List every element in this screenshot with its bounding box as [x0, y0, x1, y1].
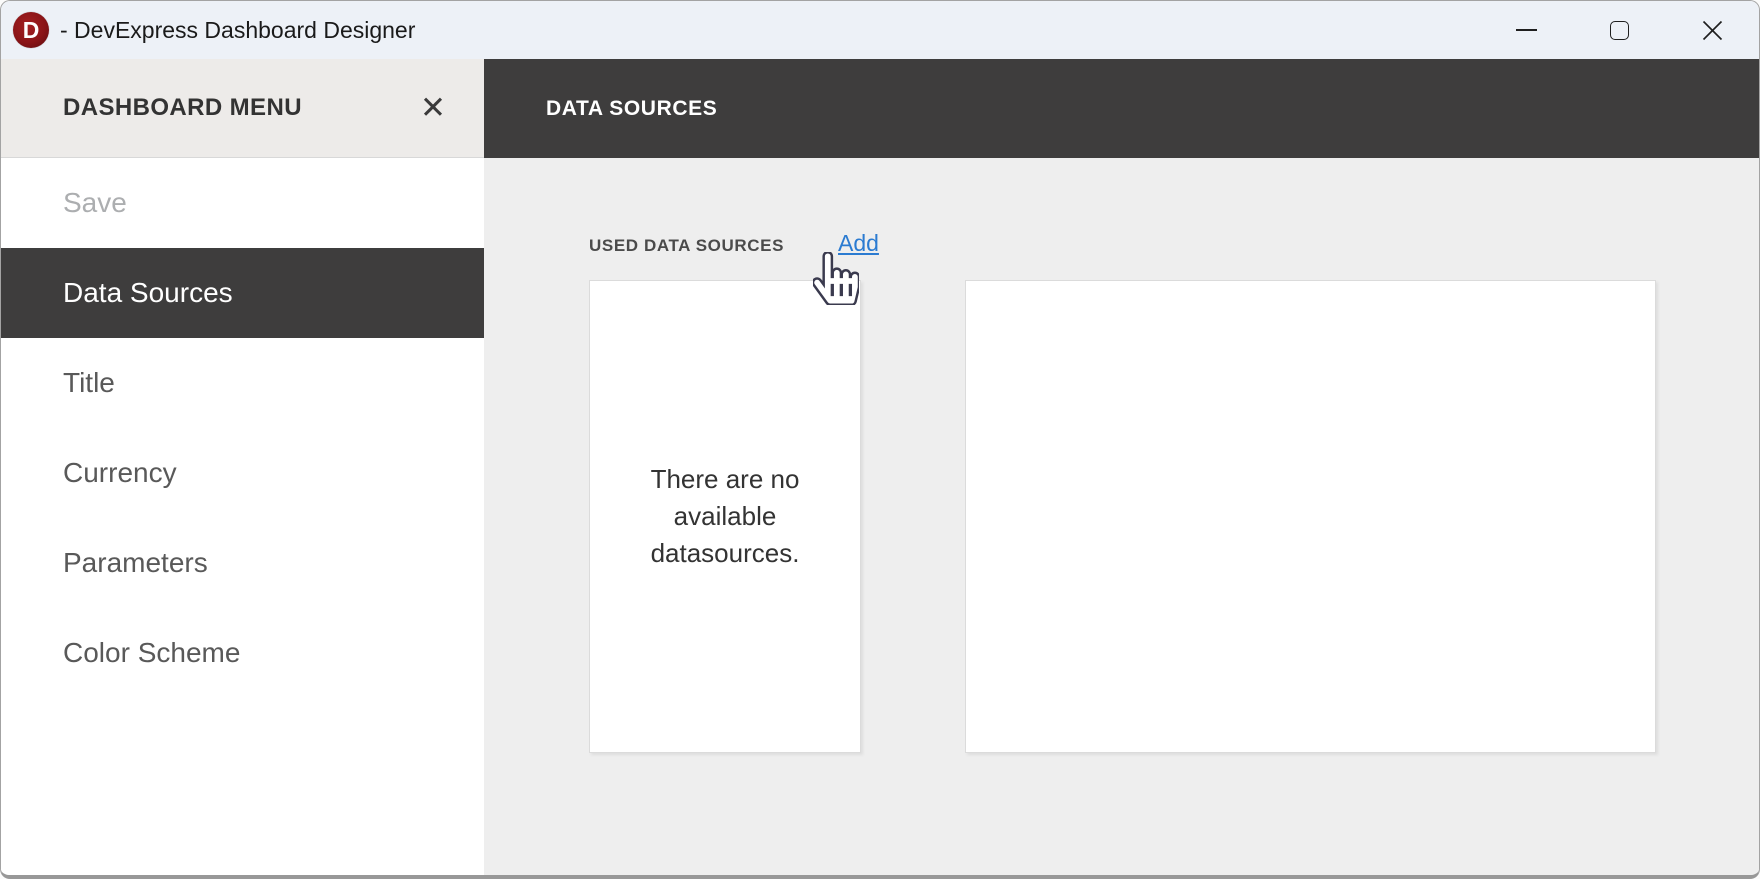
add-datasource-link[interactable]: Add [838, 230, 879, 257]
menu-close-icon[interactable]: ✕ [420, 92, 446, 124]
page-title: DATA SOURCES [546, 96, 718, 120]
sidebar-item-data-sources[interactable]: Data Sources [1, 248, 484, 338]
sidebar-item-parameters[interactable]: Parameters [1, 518, 484, 608]
screenshot-stage: D - DevExpress Dashboard Designer DASHBO… [0, 0, 1760, 879]
sidebar-title: DASHBOARD MENU [63, 94, 302, 121]
used-datasources-panel [965, 280, 1656, 753]
app-window: D - DevExpress Dashboard Designer DASHBO… [0, 0, 1760, 879]
main-area: DATA SOURCES USED DATA SOURCES Add There… [484, 59, 1759, 875]
sidebar-item-save[interactable]: Save [1, 158, 484, 248]
sidebar-item-color-scheme[interactable]: Color Scheme [1, 608, 484, 698]
data-sources-content: USED DATA SOURCES Add There are no avail… [484, 158, 1759, 875]
app-body: DASHBOARD MENU ✕ Save Data Sources Title… [1, 59, 1759, 875]
window-title: - DevExpress Dashboard Designer [60, 16, 416, 43]
titlebar: D - DevExpress Dashboard Designer [1, 1, 1759, 59]
window-controls [1480, 1, 1759, 59]
logo-letter: D [22, 16, 40, 43]
data-source-panels: There are no available datasources. [589, 280, 1656, 753]
used-sources-toolbar: USED DATA SOURCES Add [589, 230, 1656, 257]
sidebar-menu: Save Data Sources Title Currency Paramet… [1, 158, 484, 698]
close-icon [1702, 20, 1723, 40]
maximize-icon [1610, 20, 1629, 40]
devexpress-logo-icon: D [13, 12, 49, 48]
dashboard-menu-sidebar: DASHBOARD MENU ✕ Save Data Sources Title… [1, 59, 484, 875]
sidebar-header: DASHBOARD MENU ✕ [1, 59, 484, 158]
minimize-icon [1516, 29, 1537, 31]
maximize-button[interactable] [1573, 1, 1666, 59]
sidebar-item-title[interactable]: Title [1, 338, 484, 428]
minimize-button[interactable] [1480, 1, 1573, 59]
available-datasources-panel: There are no available datasources. [589, 280, 861, 753]
empty-datasources-message: There are no available datasources. [650, 464, 800, 568]
close-button[interactable] [1666, 1, 1759, 59]
used-data-sources-label: USED DATA SOURCES [589, 236, 785, 255]
main-header: DATA SOURCES [484, 59, 1759, 158]
sidebar-item-currency[interactable]: Currency [1, 428, 484, 518]
